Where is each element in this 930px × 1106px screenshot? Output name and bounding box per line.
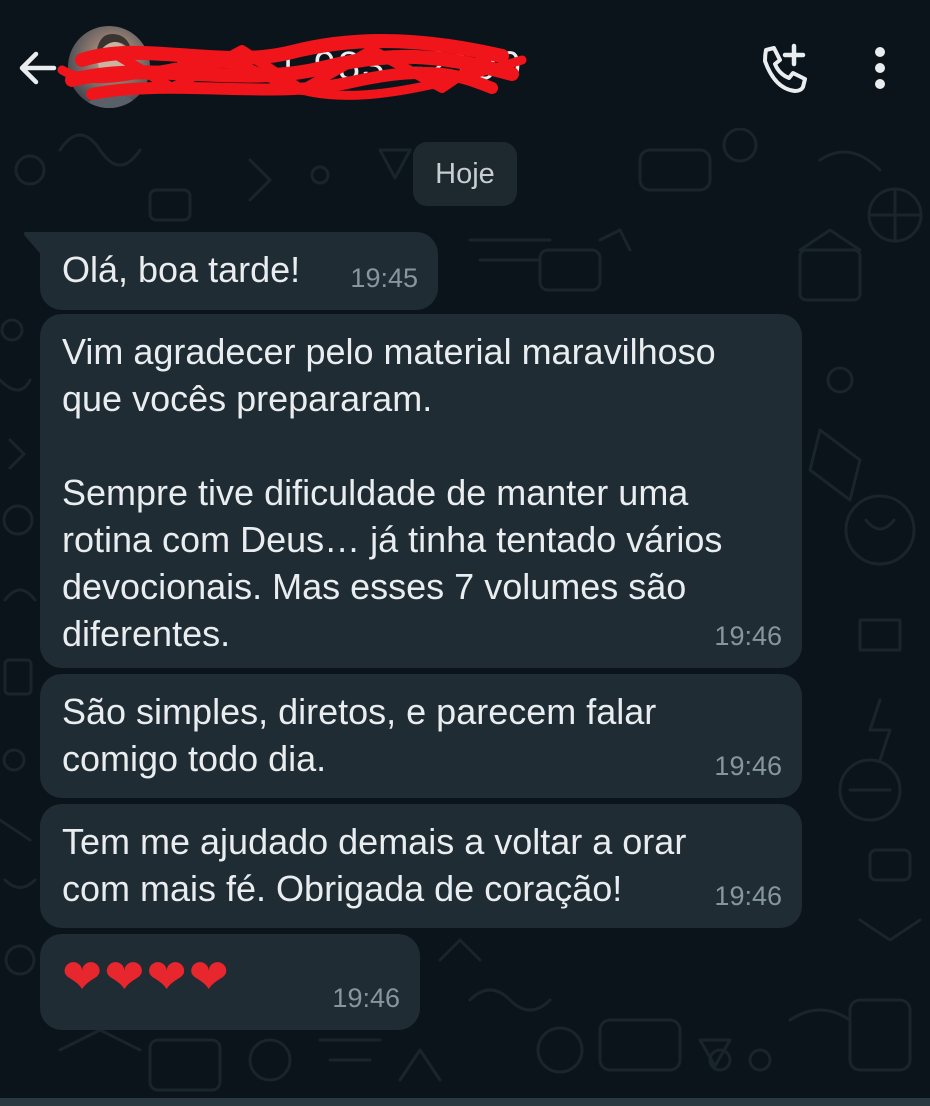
add-call-icon [763,43,807,93]
more-vertical-icon [875,47,885,89]
message-list: Hoje Olá, boa tarde! 19:45 Vim agradecer… [0,128,930,1106]
chat-screen: +55 11 9837-2190 Hoje Olá, boa tarde! 19… [0,0,930,1106]
bottom-divider [0,1098,930,1106]
date-chip: Hoje [413,142,517,206]
message-time: 19:45 [350,263,418,293]
message-bubble[interactable]: Tem me ajudado demais a voltar a orar co… [40,804,802,928]
message-text: Tem me ajudado demais a voltar a orar co… [62,821,687,909]
message-time: 19:46 [332,983,400,1013]
contact-name[interactable]: +55 11 9837-2190 [168,44,523,89]
contact-avatar[interactable] [68,26,150,108]
message-text: Vim agradecer pelo material maravilhoso … [62,331,723,654]
add-call-button[interactable] [756,42,812,94]
message-text: São simples, diretos, e parecem falar co… [62,691,657,779]
bubble-tail [23,232,44,258]
chat-header: +55 11 9837-2190 [0,0,930,128]
message-bubble[interactable]: São simples, diretos, e parecem falar co… [40,674,802,798]
avatar-photo [82,34,142,108]
message-time: 19:46 [714,621,782,651]
arrow-left-icon [19,51,57,85]
message-bubble[interactable]: ❤❤❤❤ 19:46 [40,934,420,1030]
message-time: 19:46 [714,751,782,781]
message-bubble[interactable]: Vim agradecer pelo material maravilhoso … [40,314,802,668]
message-time: 19:46 [714,881,782,911]
back-button[interactable] [14,44,62,92]
message-bubble[interactable]: Olá, boa tarde! 19:45 [23,232,438,310]
more-options-button[interactable] [858,42,902,94]
